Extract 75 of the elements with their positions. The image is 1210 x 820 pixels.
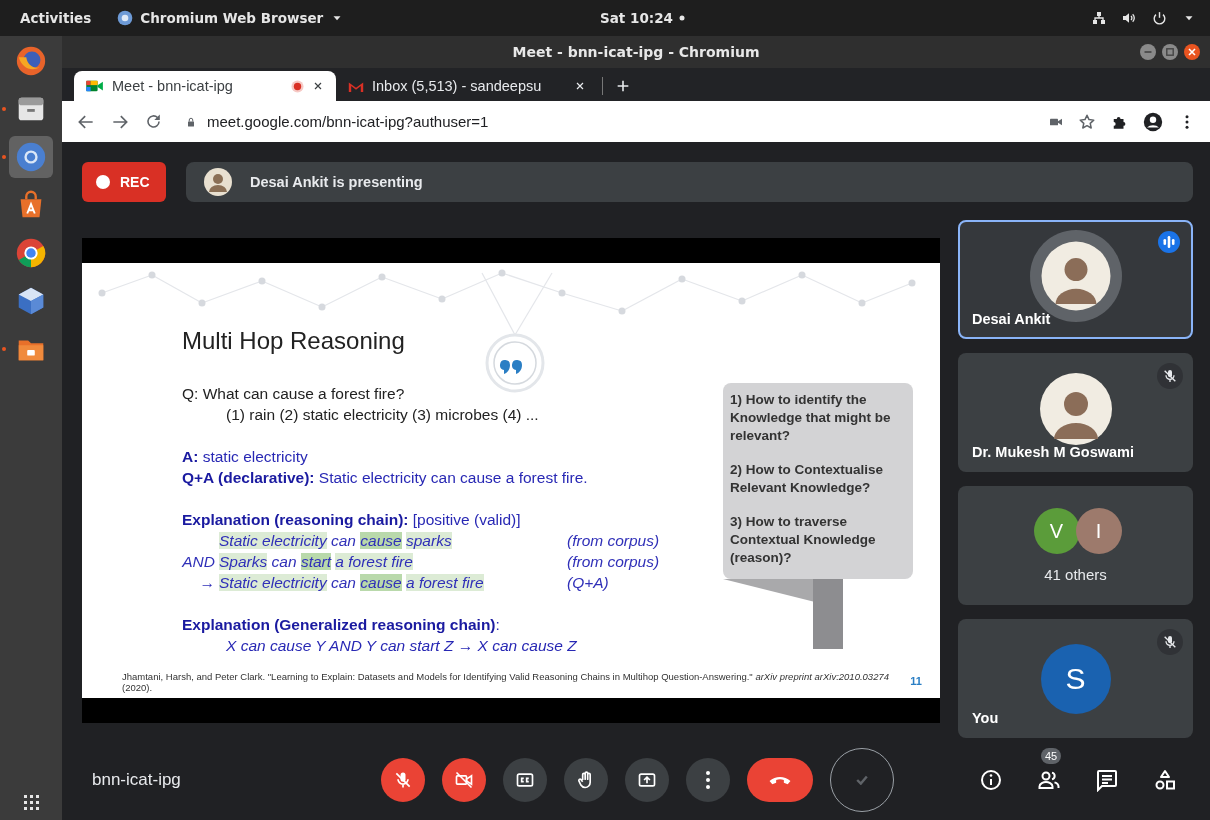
maximize-button[interactable] (1162, 44, 1178, 60)
avatar: S (1040, 643, 1111, 714)
star-icon[interactable] (1078, 112, 1096, 131)
lock-icon (185, 115, 197, 128)
close-icon[interactable] (312, 80, 324, 92)
presenting-text: Desai Ankit is presenting (250, 174, 423, 190)
citation-text: Jhamtani, Harsh, and Peter Clark. "Learning to Explain: Datasets and Models for Identifying Valid Reasoning Chains in Multihop Question-Answering." arXiv preprint arXiv:2010.03274 (2020). (122, 670, 890, 693)
activities-button[interactable]: Activities (0, 10, 106, 26)
chain-connector: AND (182, 551, 215, 572)
network-icon (1091, 10, 1107, 26)
phone-icon (769, 775, 791, 785)
shapes-icon[interactable] (1153, 768, 1177, 792)
window-title: Meet - bnn-icat-ipg - Chromium (512, 44, 760, 60)
speaking-indicator-icon (1157, 230, 1181, 254)
reload-icon[interactable] (144, 112, 163, 131)
quote-icon (485, 332, 545, 393)
camera-button[interactable] (442, 758, 486, 802)
explanation-heading: Explanation (Generalized reasoning chain): (182, 614, 501, 635)
reasoning-step: Sparks can start a forest fire (219, 550, 563, 572)
reasoning-step: Static electricity can cause a forest fire (219, 571, 563, 593)
others-count: 41 others (1044, 566, 1107, 583)
minimize-button[interactable] (1140, 44, 1156, 60)
reasoning-step: Static electricity can cause sparks (219, 529, 563, 551)
avatar: V (1033, 508, 1080, 554)
present-button[interactable] (625, 758, 669, 802)
callout-question: 2) How to Contextualise Relevant Knowledge? (730, 460, 884, 497)
record-dot-icon (96, 175, 110, 189)
explanation-heading: Explanation (reasoning chain): [positive (valid)] (182, 509, 522, 530)
present-screen-icon (637, 770, 657, 790)
avatar: I (1075, 508, 1122, 554)
more-options-button[interactable] (686, 758, 730, 802)
clock[interactable]: Sat 10:24 (600, 10, 687, 26)
more-icon (706, 771, 710, 789)
participant-name: Desai Ankit (972, 311, 1051, 327)
close-button[interactable] (1184, 44, 1200, 60)
avatar-silhouette (204, 168, 232, 196)
mic-off-icon (393, 770, 413, 790)
step-source: (from corpus) (567, 530, 661, 551)
microphone-button[interactable] (381, 758, 425, 802)
browser-tab[interactable]: Inbox (5,513) - sandeepsu (336, 71, 598, 101)
raise-hand-button[interactable] (564, 758, 608, 802)
camera-logo-icon (86, 79, 104, 93)
browser-icon[interactable] (14, 236, 48, 270)
callout-question: 1) How to identify the Knowledge that might be relevant? (730, 390, 892, 445)
question-text: Q: What can cause a forest fire? (182, 383, 406, 404)
chat-icon[interactable] (1095, 768, 1119, 792)
step-source: (from corpus) (567, 551, 661, 572)
captions-icon (515, 770, 535, 790)
slide-title: Multi Hop Reasoning (182, 325, 406, 356)
declarative-text: Q+A (declarative): Static electricity can cause a forest fire. (182, 467, 589, 488)
camera-off-icon (454, 770, 474, 790)
options-text: (1) rain (2) static electricity (3) microbes (4) ... (225, 404, 540, 425)
slide-number: 11 (910, 674, 922, 689)
power-icon (1151, 9, 1168, 27)
recording-button[interactable]: REC (82, 162, 166, 202)
hang-up-button[interactable] (747, 758, 813, 802)
app-menu[interactable]: Chromium Web Browser (117, 10, 345, 26)
new-tab-icon[interactable] (615, 78, 631, 94)
participant-name: You (972, 710, 999, 726)
callout-question: 3) How to traverse Contextual Knowledge (reason)? (730, 512, 877, 567)
step-source: (Q+A) (567, 572, 610, 593)
chain-connector: → (198, 572, 215, 593)
info-icon[interactable] (979, 768, 1003, 792)
account-icon[interactable] (1142, 110, 1164, 133)
checkmark-icon (856, 775, 868, 785)
generalized-chain: X can cause Y AND Y can start Z → X can cause Z (225, 635, 578, 656)
count-badge: 45 (1041, 748, 1062, 764)
browser-tab[interactable]: Meet - bnn-icat-ipg (74, 71, 336, 101)
captions-button[interactable] (503, 758, 547, 802)
participant-name: Dr. Mukesh M Goswami (972, 444, 1134, 460)
close-icon[interactable] (574, 80, 586, 92)
meeting-code: bnn-icat-ipg (91, 770, 182, 790)
globe-app-icon[interactable] (14, 44, 48, 78)
answer-text: A: static electricity (182, 446, 309, 467)
browser-icon (117, 10, 134, 26)
